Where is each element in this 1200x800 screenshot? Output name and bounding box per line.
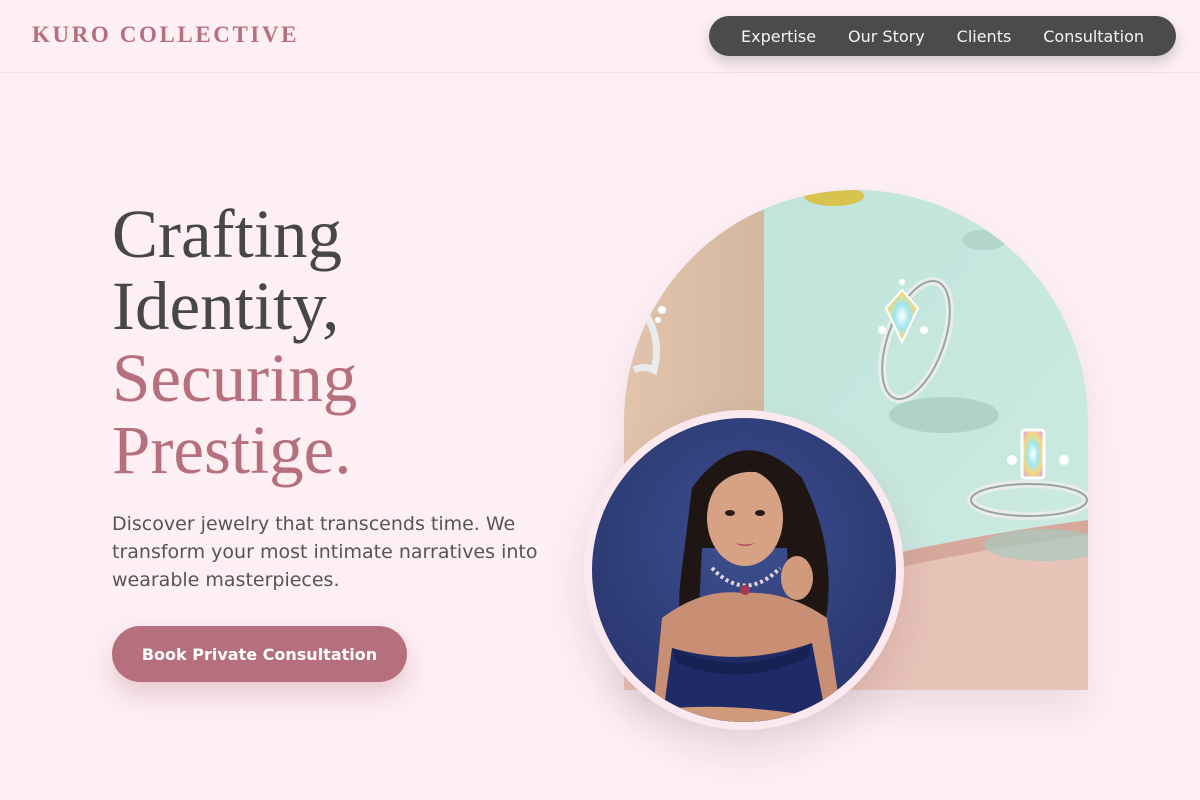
nav-item-expertise[interactable]: Expertise: [741, 27, 816, 46]
site-header: KURO COLLECTIVE Expertise Our Story Clie…: [0, 0, 1200, 73]
nav-item-consultation[interactable]: Consultation: [1043, 27, 1144, 46]
hero-headline: Crafting Identity, Securing Prestige.: [112, 198, 357, 486]
headline-line-4: Prestige.: [112, 412, 352, 488]
headline-line-3: Securing: [112, 340, 358, 416]
portrait-photo: [592, 418, 896, 722]
hero-subtext: Discover jewelry that transcends time. W…: [112, 513, 538, 591]
brand-logo[interactable]: KURO COLLECTIVE: [32, 22, 299, 48]
book-consultation-button[interactable]: Book Private Consultation: [112, 626, 407, 682]
nav-item-our-story[interactable]: Our Story: [848, 27, 925, 46]
nav-item-clients[interactable]: Clients: [957, 27, 1012, 46]
main-nav: Expertise Our Story Clients Consultation: [709, 16, 1176, 56]
headline-line-1: Crafting: [112, 196, 342, 272]
portrait-photo-frame: [592, 418, 896, 722]
headline-line-2: Identity,: [112, 268, 340, 344]
model-portrait: [584, 410, 904, 730]
